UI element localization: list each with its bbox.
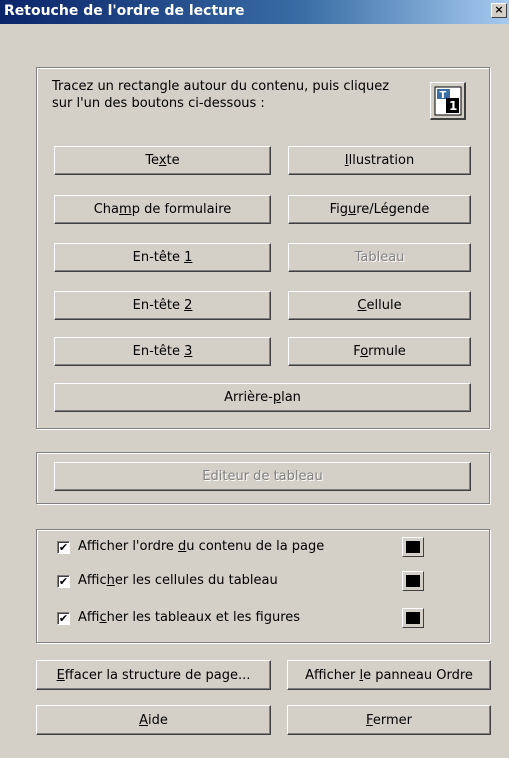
figure-caption-button-label: Figure/Légende bbox=[329, 202, 430, 217]
heading-3-button-label: En-tête 3 bbox=[132, 344, 193, 359]
check-icon: ✔ bbox=[58, 612, 69, 625]
table-editor-button[interactable]: Editeur de tableau bbox=[54, 462, 471, 491]
help-button[interactable]: Aide bbox=[36, 705, 271, 735]
table-editor-button-label: Editeur de tableau bbox=[202, 469, 323, 484]
show-order-panel-button[interactable]: Afficher le panneau Ordre bbox=[287, 660, 491, 690]
formula-button-label: Formule bbox=[353, 344, 406, 359]
show-tables-figures-checkbox[interactable]: ✔ bbox=[57, 612, 70, 625]
heading-1-button-label: En-tête 1 bbox=[132, 250, 193, 265]
table-button-label: Tableau bbox=[354, 250, 405, 265]
clear-page-structure-label: Effacer la structure de page... bbox=[56, 667, 251, 683]
table-cells-color-button[interactable] bbox=[402, 571, 424, 591]
cell-button[interactable]: Cellule bbox=[288, 291, 471, 320]
background-button[interactable]: Arrière-plan bbox=[54, 383, 471, 412]
close-window-button[interactable]: × bbox=[491, 3, 507, 18]
heading-3-button[interactable]: En-tête 3 bbox=[54, 337, 271, 366]
illustration-button-label: Illustration bbox=[344, 153, 415, 168]
check-icon: ✔ bbox=[58, 575, 69, 588]
color-swatch bbox=[406, 575, 420, 587]
check-icon: ✔ bbox=[58, 541, 69, 554]
color-swatch bbox=[406, 541, 420, 553]
formula-button[interactable]: Formule bbox=[288, 337, 471, 366]
text-button[interactable]: Texte bbox=[54, 146, 271, 175]
form-field-button-label: Champ de formulaire bbox=[93, 202, 232, 217]
heading-1-button[interactable]: En-tête 1 bbox=[54, 243, 271, 272]
background-button-label: Arrière-plan bbox=[224, 390, 301, 405]
figure-caption-button[interactable]: Figure/Légende bbox=[288, 195, 471, 224]
table-button[interactable]: Tableau bbox=[288, 243, 471, 272]
close-icon: × bbox=[494, 3, 504, 16]
show-page-content-order-label: Afficher l'ordre du contenu de la page bbox=[78, 539, 325, 554]
instructions-text: Tracez un rectangle autour du contenu, p… bbox=[52, 79, 390, 111]
content-order-color-button[interactable] bbox=[402, 537, 424, 557]
clear-page-structure-button[interactable]: Effacer la structure de page... bbox=[36, 660, 271, 690]
icon-number: 1 bbox=[449, 99, 457, 113]
reading-order-tool-icon: T 1 bbox=[434, 86, 462, 116]
title-bar: Retouche de l'ordre de lecture × bbox=[0, 0, 509, 24]
draw-rectangle-button[interactable]: T 1 bbox=[430, 82, 466, 120]
heading-2-button[interactable]: En-tête 2 bbox=[54, 291, 271, 320]
cell-button-label: Cellule bbox=[357, 298, 402, 313]
color-swatch bbox=[406, 612, 420, 624]
tables-figures-color-button[interactable] bbox=[402, 608, 424, 628]
heading-2-button-label: En-tête 2 bbox=[132, 298, 193, 313]
close-button[interactable]: Fermer bbox=[287, 705, 491, 735]
help-button-label: Aide bbox=[139, 712, 168, 728]
show-table-cells-checkbox[interactable]: ✔ bbox=[57, 575, 70, 588]
text-button-label: Texte bbox=[145, 153, 180, 168]
show-page-content-order-checkbox[interactable]: ✔ bbox=[57, 541, 70, 554]
icon-letter: T bbox=[440, 90, 447, 101]
illustration-button[interactable]: Illustration bbox=[288, 146, 471, 175]
form-field-button[interactable]: Champ de formulaire bbox=[54, 195, 271, 224]
show-tables-figures-label: Afficher les tableaux et les figures bbox=[78, 610, 301, 625]
show-order-panel-label: Afficher le panneau Ordre bbox=[305, 667, 473, 683]
show-table-cells-label: Afficher les cellules du tableau bbox=[78, 573, 278, 588]
close-button-label: Fermer bbox=[366, 712, 412, 728]
window-title: Retouche de l'ordre de lecture bbox=[4, 3, 245, 19]
